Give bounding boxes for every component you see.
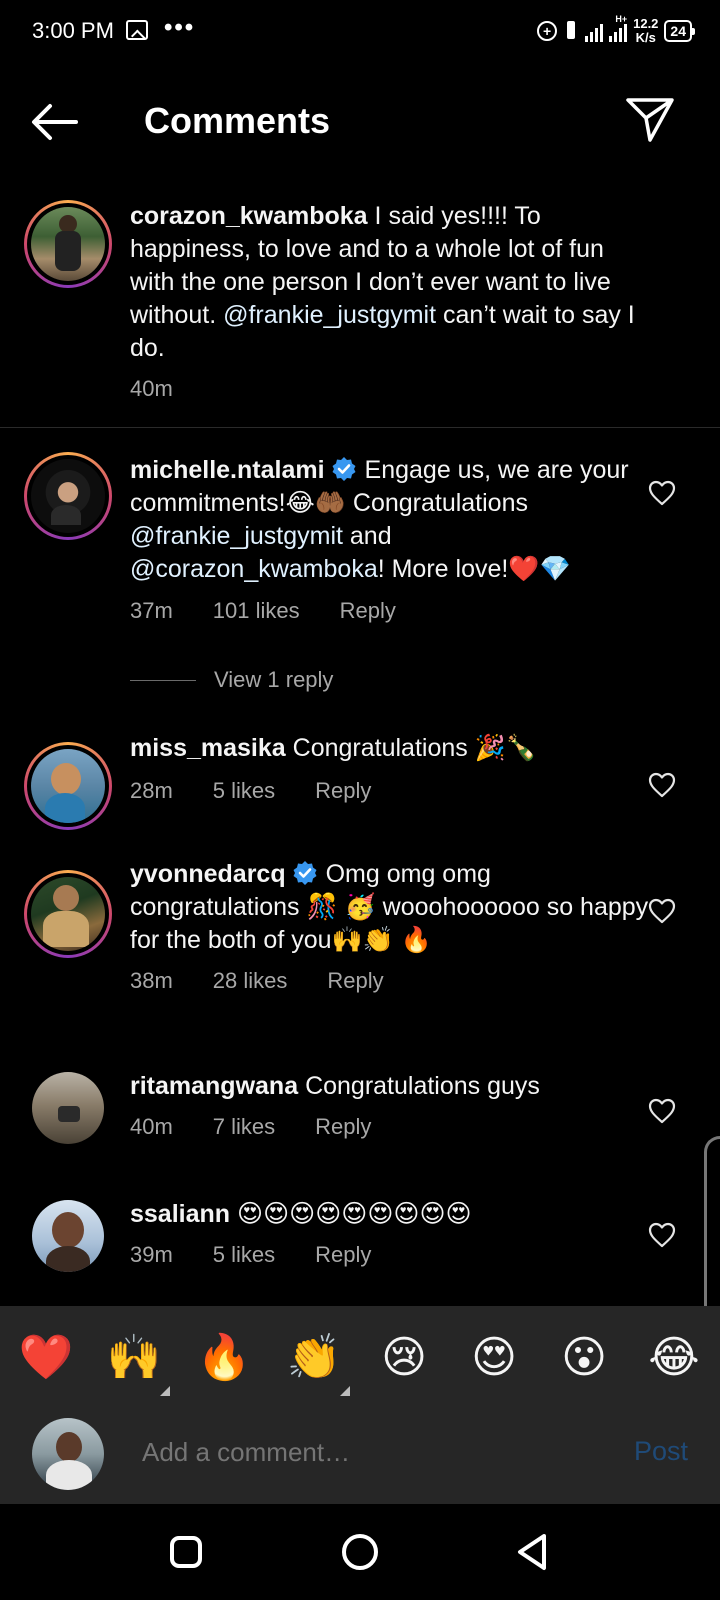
comment-input[interactable]	[142, 1432, 582, 1472]
post-button[interactable]: Post	[634, 1436, 688, 1467]
comment-username[interactable]: corazon_kwamboka	[130, 202, 368, 230]
quick-emoji-bar: ❤️ 🙌 🔥 👏 😢 😍 😮 😂	[0, 1306, 720, 1412]
emoji: ❤️💎	[508, 555, 571, 583]
emoji: 🎉🍾	[474, 734, 537, 762]
mention-link[interactable]: @frankie_justgymit	[130, 522, 343, 550]
verified-badge-icon	[332, 457, 356, 481]
surprised-emoji-button[interactable]: 😮	[556, 1330, 612, 1386]
comment-text: miss_masika Congratulations 🎉🍾	[130, 734, 537, 762]
back-nav-button[interactable]	[512, 1530, 556, 1574]
comment-time: 38m	[130, 968, 173, 993]
recent-apps-button[interactable]	[164, 1530, 208, 1574]
comment-meta: 28m 5 likes Reply	[130, 778, 411, 804]
like-heart-icon[interactable]	[648, 1098, 676, 1124]
skin-tone-indicator-icon	[160, 1386, 170, 1396]
avatar[interactable]	[24, 200, 112, 288]
avatar[interactable]	[32, 1072, 104, 1144]
mention-link[interactable]: @corazon_kwamboka	[130, 555, 378, 583]
emoji: 🎊 🥳	[306, 893, 376, 921]
avatar[interactable]	[32, 1200, 104, 1272]
divider	[0, 427, 720, 428]
comment-username[interactable]: ritamangwana	[130, 1072, 298, 1100]
system-nav-bar	[0, 1504, 720, 1600]
comment-meta: 40m	[130, 376, 213, 402]
status-time: 3:00 PM	[32, 18, 114, 43]
gallery-notification-icon	[126, 20, 148, 40]
mention-link[interactable]: @frankie_justgymit	[223, 301, 436, 329]
avatar[interactable]	[24, 870, 112, 958]
reply-button[interactable]: Reply	[315, 778, 371, 804]
signal-h-plus-icon: H+	[609, 14, 628, 42]
divider	[130, 679, 196, 681]
comment-text: michelle.ntalami Engage us, we are your c…	[130, 456, 629, 583]
comment-time: 28m	[130, 778, 173, 803]
more-notifications-icon: •••	[164, 14, 196, 41]
view-replies-button[interactable]: View 1 reply	[130, 667, 333, 693]
comment-time: 39m	[130, 1242, 173, 1267]
comment-time: 37m	[130, 598, 173, 623]
comment-meta: 40m 7 likes Reply	[130, 1114, 411, 1140]
emoji: 😍😍😍😍😍😍😍😍😍	[237, 1200, 472, 1228]
comment-text: ssaliann 😍😍😍😍😍😍😍😍😍	[130, 1198, 650, 1231]
user-avatar	[32, 1418, 104, 1490]
emoji: 🙌👏 🔥	[331, 926, 432, 954]
vibrate-icon	[563, 20, 579, 42]
fire-emoji-button[interactable]: 🔥	[196, 1330, 252, 1386]
like-heart-icon[interactable]	[648, 480, 676, 506]
reply-button[interactable]: Reply	[327, 968, 383, 994]
battery-icon: 24	[664, 20, 695, 42]
comment-meta: 37m 101 likes Reply	[130, 598, 436, 624]
page-title: Comments	[144, 100, 331, 141]
home-button[interactable]	[338, 1530, 382, 1574]
emoji: 😂🤲🏾	[285, 489, 346, 517]
likes-count[interactable]: 5 likes	[213, 1242, 275, 1268]
network-speed: 12.2 K/s	[633, 16, 659, 45]
status-indicators: + H+ 12.2 K/s 24	[537, 14, 695, 48]
skin-tone-indicator-icon	[340, 1386, 350, 1396]
reply-button[interactable]: Reply	[315, 1114, 371, 1140]
caption-text: corazon_kwamboka I said yes!!!! To happi…	[130, 202, 635, 362]
comment-username[interactable]: miss_masika	[130, 734, 286, 762]
share-button[interactable]	[624, 94, 676, 146]
reply-button[interactable]: Reply	[340, 598, 396, 624]
laughing-emoji-button[interactable]: 😂	[646, 1330, 702, 1386]
data-saver-icon: +	[537, 21, 558, 41]
comment-text: ritamangwana Congratulations guys	[130, 1072, 540, 1100]
comments-header: Comments	[0, 72, 720, 172]
raised-hands-emoji-button[interactable]: 🙌	[106, 1330, 162, 1386]
verified-badge-icon	[293, 861, 317, 885]
reply-button[interactable]: Reply	[315, 1242, 371, 1268]
clap-emoji-button[interactable]: 👏	[286, 1330, 342, 1386]
likes-count[interactable]: 101 likes	[213, 598, 300, 624]
status-bar: 3:00 PM ••• + H+ 12.2 K/s 24	[0, 0, 720, 64]
back-button[interactable]	[26, 96, 82, 148]
view-replies-label: View 1 reply	[214, 667, 334, 692]
likes-count[interactable]: 28 likes	[213, 968, 288, 994]
signal-icon	[585, 20, 604, 42]
heart-emoji-button[interactable]: ❤️	[18, 1330, 74, 1386]
crying-emoji-button[interactable]: 😢	[376, 1330, 432, 1386]
avatar[interactable]	[24, 742, 112, 830]
like-heart-icon[interactable]	[648, 772, 676, 798]
comment-input-bar: Post	[0, 1412, 720, 1504]
like-heart-icon[interactable]	[648, 898, 676, 924]
likes-count[interactable]: 5 likes	[213, 778, 275, 804]
likes-count[interactable]: 7 likes	[213, 1114, 275, 1140]
like-heart-icon[interactable]	[648, 1222, 676, 1248]
comment-username[interactable]: yvonnedarcq	[130, 860, 286, 888]
comment-meta: 38m 28 likes Reply	[130, 968, 424, 994]
heart-eyes-emoji-button[interactable]: 😍	[466, 1330, 522, 1386]
avatar[interactable]	[24, 452, 112, 540]
comment-meta: 39m 5 likes Reply	[130, 1242, 411, 1268]
comment-time: 40m	[130, 376, 173, 401]
comment-text: yvonnedarcq Omg omg omg congratulations 🎊…	[130, 860, 649, 954]
comment-username[interactable]: ssaliann	[130, 1200, 230, 1228]
comment-username[interactable]: michelle.ntalami	[130, 456, 325, 484]
comment-time: 40m	[130, 1114, 173, 1139]
